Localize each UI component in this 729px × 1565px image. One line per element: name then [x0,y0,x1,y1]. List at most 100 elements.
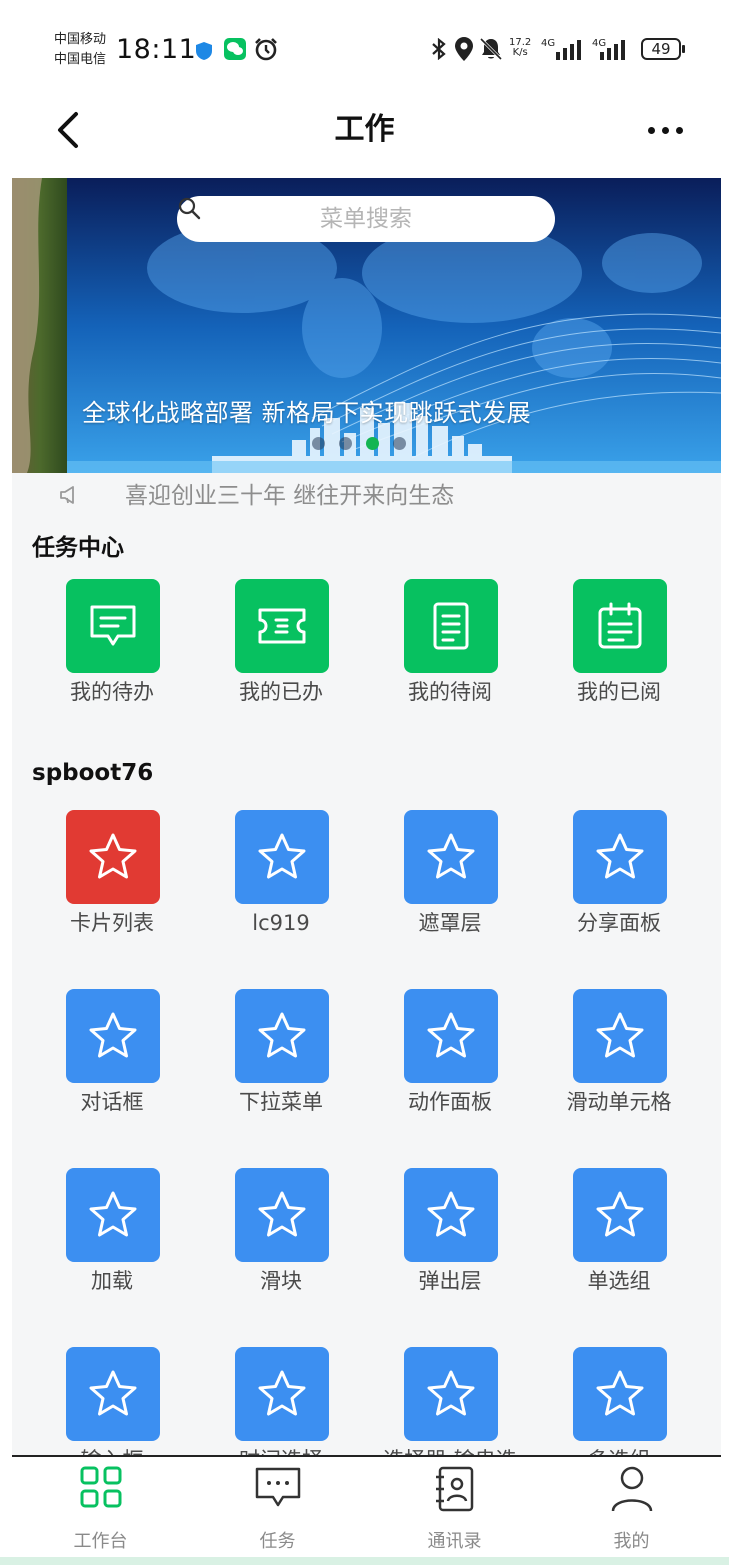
spboot-item-label: 动作面板 [408,1090,492,1114]
spboot-item[interactable]: 选择器-输串选 [370,1347,530,1456]
spboot-item-tile[interactable] [66,1347,160,1441]
spboot-item[interactable]: 时间选择 [201,1347,361,1456]
more-menu-icon[interactable] [643,120,687,140]
document-icon [433,602,469,650]
star-icon [596,833,644,879]
spboot-item-tile[interactable] [66,989,160,1083]
tab-contacts-label: 通讯录 [427,1531,482,1552]
spboot-item[interactable]: 遮罩层 [370,810,530,960]
task-done-item[interactable]: 我的已办 [201,579,361,729]
spboot-item-tile[interactable] [235,989,329,1083]
spboot-item-label: 遮罩层 [418,911,482,935]
task-read-item[interactable]: 我的已阅 [539,579,699,729]
person-icon [611,1466,652,1512]
carousel-dot[interactable] [393,437,406,450]
spboot-item-tile[interactable] [404,989,498,1083]
spboot-item[interactable]: 输入框 [32,1347,192,1456]
spboot-item-tile[interactable] [573,810,667,904]
tab-tasks-label: 任务 [259,1531,296,1552]
spboot-section-title: spboot76 [32,760,154,786]
spboot-item-tile[interactable] [404,1168,498,1262]
menu-search-bar[interactable]: 菜单搜索 [177,196,555,242]
spboot-item-tile[interactable] [235,1347,329,1441]
megaphone-icon [60,486,74,504]
task-done-tile[interactable] [235,579,329,673]
chat-icon [255,1467,300,1507]
task-toread-tile[interactable] [404,579,498,673]
status-bar: 中国移动 中国电信 18:11 17.2 K/s 4G 4G 49 [0,0,729,92]
spboot-item[interactable]: 动作面板 [370,989,530,1139]
spboot-item-label: 下拉菜单 [239,1090,323,1114]
task-todo-tile[interactable] [66,579,160,673]
ticket-icon [258,608,306,644]
task-todo-item[interactable]: 我的待办 [32,579,192,729]
tab-profile-label: 我的 [613,1531,650,1552]
tab-tasks[interactable]: 任务 [189,1457,366,1557]
grid-icon [80,1466,121,1508]
spboot-item-tile[interactable] [404,1347,498,1441]
spboot-item-label: 对话框 [80,1090,144,1114]
spboot-item-tile[interactable] [573,1347,667,1441]
wechat-icon [224,38,246,60]
spboot-item-label: 卡片列表 [70,911,154,935]
spboot-item-tile[interactable] [66,1168,160,1262]
star-icon [258,833,306,879]
spboot-item[interactable]: 加载 [32,1168,192,1318]
page-title: 工作 [334,112,395,147]
spboot-item-tile[interactable] [66,810,160,904]
spboot-item-tile[interactable] [573,1168,667,1262]
star-icon [89,1012,137,1058]
carousel-dot-active[interactable] [366,437,379,450]
spboot-item-label: 加载 [91,1269,133,1293]
star-icon [258,1012,306,1058]
star-icon [427,1012,475,1058]
task-toread-label: 我的待阅 [408,680,492,704]
spboot-item[interactable]: 对话框 [32,989,192,1139]
task-center-title: 任务中心 [32,535,124,561]
star-icon [89,833,137,879]
spboot-item-label: 单选组 [587,1269,651,1293]
star-icon [427,1370,475,1416]
spboot-item[interactable]: 卡片列表 [32,810,192,960]
star-icon [596,1370,644,1416]
signal-icon-2 [600,40,625,60]
tab-profile[interactable]: 我的 [543,1457,720,1557]
contacts-icon [435,1466,473,1512]
mute-icon [480,37,502,61]
carousel-dot[interactable] [312,437,325,450]
task-read-tile[interactable] [573,579,667,673]
signal-icon-1 [556,40,581,60]
star-icon [89,1191,137,1237]
network-speed: 17.2 K/s [509,38,531,58]
task-read-label: 我的已阅 [577,680,661,704]
spboot-item[interactable]: 单选组 [539,1168,699,1318]
spboot-item[interactable]: 下拉菜单 [201,989,361,1139]
spboot-item-tile[interactable] [573,989,667,1083]
notice-bar[interactable]: 喜迎创业三十年 继往开来向生态 [12,473,721,519]
spboot-item[interactable]: 滑动单元格 [539,989,699,1139]
banner-carousel[interactable]: 菜单搜索 全球化战略部署 新格局下实现跳跃式发展 [12,178,721,473]
star-icon [596,1012,644,1058]
task-toread-item[interactable]: 我的待阅 [370,579,530,729]
carousel-dot[interactable] [339,437,352,450]
spboot-item-tile[interactable] [235,1168,329,1262]
spboot-item-tile[interactable] [404,810,498,904]
main-content[interactable]: 菜单搜索 全球化战略部署 新格局下实现跳跃式发展 喜迎创业三十年 继往开来向生态… [12,178,721,1456]
alarm-icon [255,38,277,61]
carrier-1: 中国移动 [54,32,107,47]
tab-workbench[interactable]: 工作台 [12,1457,189,1557]
calendar-icon [598,602,642,649]
star-icon [596,1191,644,1237]
spboot-item-tile[interactable] [235,810,329,904]
bluetooth-icon [432,38,446,60]
search-placeholder: 菜单搜索 [320,206,412,232]
battery-indicator: 49 [641,38,685,60]
tab-contacts[interactable]: 通讯录 [366,1457,543,1557]
notice-text: 喜迎创业三十年 继往开来向生态 [125,483,455,509]
spboot-item[interactable]: 多选组 [539,1347,699,1456]
spboot-item[interactable]: 弹出层 [370,1168,530,1318]
spboot-item[interactable]: 分享面板 [539,810,699,960]
spboot-item[interactable]: lc919 [201,810,361,960]
spboot-item[interactable]: 滑块 [201,1168,361,1318]
task-todo-label: 我的待办 [70,680,154,704]
